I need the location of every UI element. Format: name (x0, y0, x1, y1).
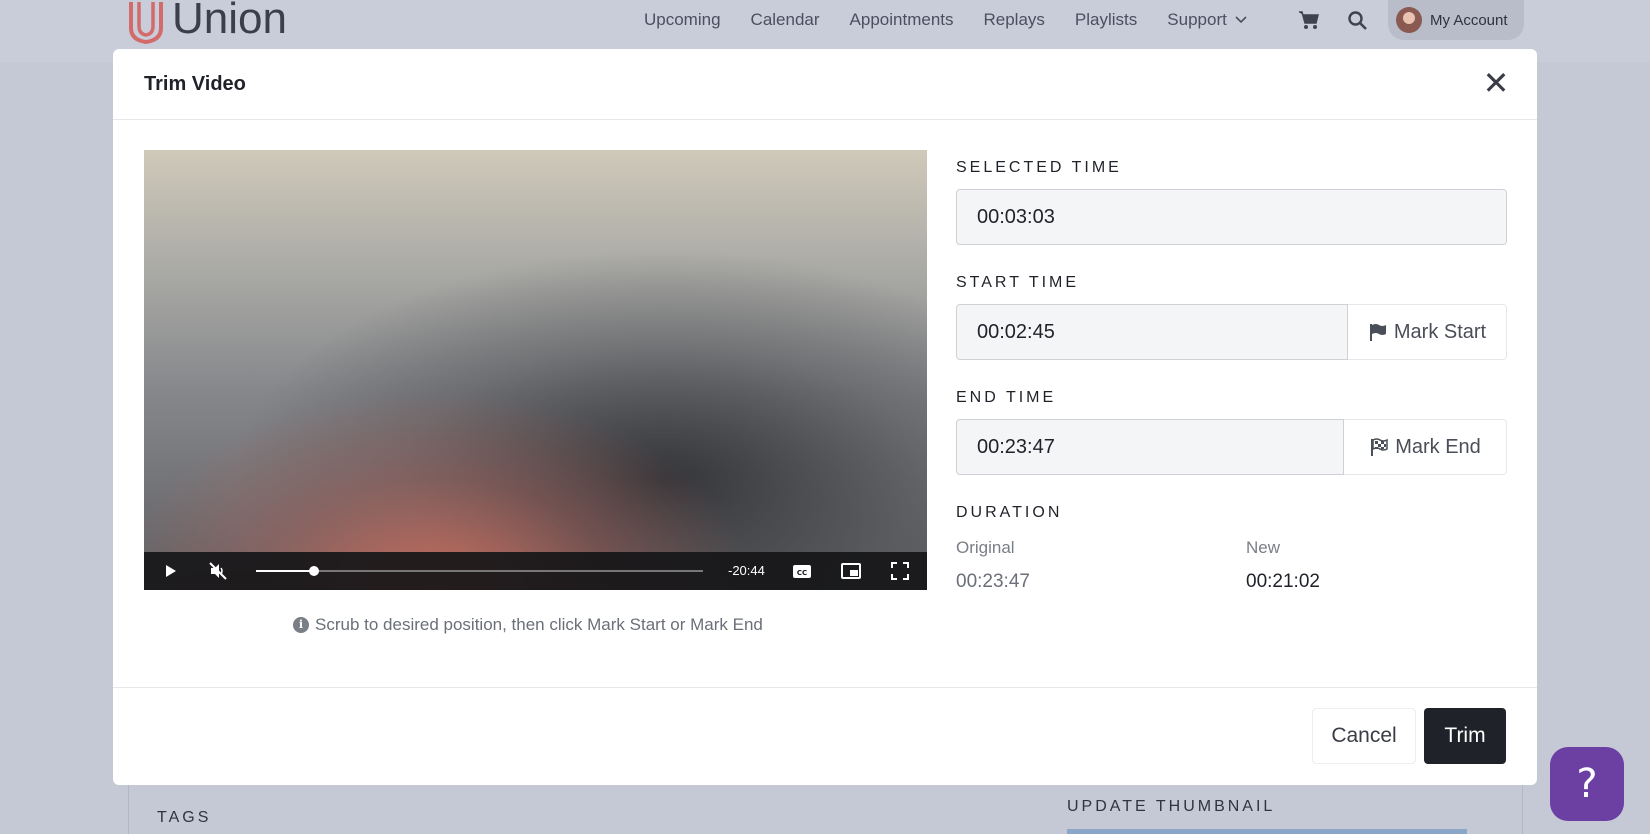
brand-name: Union (172, 0, 287, 43)
tags-heading: TAGS (157, 809, 212, 826)
nav-support[interactable]: Support (1167, 10, 1247, 30)
checkered-flag-icon (1371, 438, 1388, 456)
svg-text:CC: CC (797, 569, 807, 577)
nav-upcoming[interactable]: Upcoming (644, 10, 721, 30)
modal-header: Trim Video ✕ (113, 49, 1537, 120)
flag-icon (1369, 324, 1386, 341)
play-icon[interactable] (160, 561, 180, 581)
new-duration-value: 00:21:02 (1246, 571, 1320, 592)
video-player[interactable]: -20:44 CC (144, 150, 927, 590)
thumbnail-image (1067, 829, 1467, 834)
modal-footer: Cancel Trim (113, 687, 1537, 785)
update-thumbnail-heading: UPDATE THUMBNAIL (1067, 798, 1276, 815)
selected-time-input[interactable] (956, 189, 1507, 245)
original-duration-label: Original (956, 538, 1015, 557)
mute-icon[interactable] (208, 561, 228, 581)
nav-playlists[interactable]: Playlists (1075, 10, 1137, 30)
brand-logo[interactable]: Union (128, 0, 287, 44)
duration-label: DURATION (956, 504, 1063, 521)
close-button[interactable]: ✕ (1481, 67, 1511, 99)
video-controls: -20:44 CC (144, 552, 927, 590)
progress-handle[interactable] (309, 566, 319, 576)
end-time-label: END TIME (956, 389, 1057, 406)
time-remaining: -20:44 (728, 563, 765, 578)
start-time-label: START TIME (956, 274, 1080, 291)
progress-fill (256, 570, 314, 572)
background-panel (128, 780, 1523, 834)
main-nav: Upcoming Calendar Appointments Replays P… (644, 0, 1277, 40)
captions-icon[interactable]: CC (792, 561, 812, 581)
union-logo-icon (129, 2, 163, 44)
nav-appointments[interactable]: Appointments (850, 10, 954, 30)
mark-end-label: Mark End (1395, 435, 1481, 458)
my-account-label: My Account (1430, 11, 1508, 29)
start-time-input[interactable] (956, 304, 1348, 360)
cart-icon[interactable] (1298, 10, 1320, 30)
nav-calendar[interactable]: Calendar (751, 10, 820, 30)
new-duration-label: New (1246, 538, 1281, 557)
original-duration-value: 00:23:47 (956, 571, 1030, 592)
info-icon: i (293, 617, 309, 633)
my-account-button[interactable]: My Account (1388, 0, 1524, 40)
scrub-hint: i Scrub to desired position, then click … (293, 615, 763, 635)
chevron-down-icon (1235, 16, 1247, 24)
trim-button[interactable]: Trim (1424, 708, 1506, 764)
mark-start-button[interactable]: Mark Start (1348, 304, 1507, 360)
fullscreen-icon[interactable] (890, 561, 910, 581)
picture-in-picture-icon[interactable] (841, 561, 861, 581)
avatar (1396, 7, 1422, 33)
trim-video-modal: Trim Video ✕ -20:44 CC i Scrub to desire… (113, 49, 1537, 785)
selected-time-label: SELECTED TIME (956, 159, 1122, 176)
nav-replays[interactable]: Replays (984, 10, 1045, 30)
mark-end-button[interactable]: Mark End (1344, 419, 1507, 475)
nav-support-label: Support (1167, 10, 1227, 29)
progress-slider[interactable] (256, 566, 703, 576)
end-time-input[interactable] (956, 419, 1344, 475)
cancel-button[interactable]: Cancel (1312, 708, 1416, 764)
help-button[interactable]: ? (1550, 747, 1624, 821)
scrub-hint-text: Scrub to desired position, then click Ma… (315, 615, 763, 634)
search-icon[interactable] (1347, 10, 1369, 30)
modal-title: Trim Video (144, 73, 246, 95)
mark-start-label: Mark Start (1393, 320, 1487, 343)
